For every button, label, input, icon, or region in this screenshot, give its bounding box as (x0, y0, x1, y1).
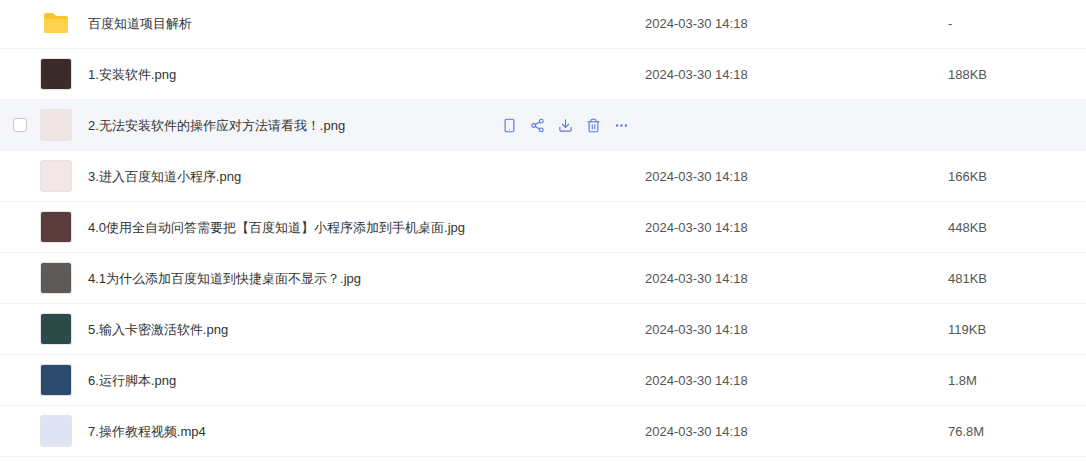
image-thumbnail (40, 160, 72, 192)
file-name[interactable]: 6.运行脚本.png (88, 373, 176, 388)
image-thumbnail (40, 262, 72, 294)
image-thumbnail (40, 364, 72, 396)
file-list: 百度知道项目解析 2024-03-30 14:18 - 1.安装软件.png 2024-… (0, 0, 1086, 461)
file-date: 2024-03-30 14:18 (645, 322, 748, 337)
image-thumbnail (40, 211, 72, 243)
file-date: 2024-03-30 14:18 (645, 169, 748, 184)
more-icon[interactable] (614, 118, 629, 133)
file-size: 166KB (948, 169, 987, 184)
file-row[interactable]: 4.1为什么添加百度知道到快捷桌面不显示？.jpg 2024-03-30 14:1… (0, 253, 1086, 304)
file-date: 2024-03-30 14:18 (645, 220, 748, 235)
file-date: 2024-03-30 14:18 (645, 16, 748, 31)
image-thumbnail (40, 58, 72, 90)
file-size: 76.8M (948, 424, 984, 439)
file-name[interactable]: 7.操作教程视频.mp4 (88, 424, 206, 439)
file-name[interactable]: 1.安装软件.png (88, 67, 176, 82)
file-size: 1.8M (948, 373, 977, 388)
delete-icon[interactable] (586, 118, 601, 133)
file-row[interactable]: 6.运行脚本.png 2024-03-30 14:18 1.8M (0, 355, 1086, 406)
file-date: 2024-03-30 14:18 (645, 373, 748, 388)
file-name[interactable]: 2.无法安装软件的操作应对方法请看我！.png (88, 118, 345, 133)
image-thumbnail (40, 109, 72, 141)
file-size: 188KB (948, 67, 987, 82)
file-name[interactable]: 3.进入百度知道小程序.png (88, 169, 241, 184)
file-row[interactable]: 7.操作教程视频.mp4 2024-03-30 14:18 76.8M (0, 406, 1086, 457)
file-size: 481KB (948, 271, 987, 286)
folder-icon (43, 12, 69, 34)
file-name[interactable]: 4.0使用全自动问答需要把【百度知道】小程序添加到手机桌面.jpg (88, 220, 465, 235)
file-date: 2024-03-30 14:18 (645, 67, 748, 82)
phone-icon[interactable] (502, 118, 517, 133)
file-size: - (948, 16, 952, 31)
file-row[interactable]: 3.进入百度知道小程序.png 2024-03-30 14:18 166KB (0, 151, 1086, 202)
video-thumbnail (40, 415, 72, 447)
file-row[interactable]: 5.输入卡密激活软件.png 2024-03-30 14:18 119KB (0, 304, 1086, 355)
file-row[interactable]: 1.安装软件.png 2024-03-30 14:18 188KB (0, 49, 1086, 100)
file-row[interactable]: 4.0使用全自动问答需要把【百度知道】小程序添加到手机桌面.jpg 2024-03… (0, 202, 1086, 253)
row-checkbox[interactable] (13, 118, 27, 132)
file-name[interactable]: 百度知道项目解析 (88, 16, 192, 31)
file-name[interactable]: 4.1为什么添加百度知道到快捷桌面不显示？.jpg (88, 271, 361, 286)
file-size: 119KB (948, 322, 986, 337)
file-row[interactable]: 2.无法安装软件的操作应对方法请看我！.png (0, 100, 1086, 151)
file-date: 2024-03-30 14:18 (645, 271, 748, 286)
file-date: 2024-03-30 14:18 (645, 424, 748, 439)
file-size: 448KB (948, 220, 987, 235)
download-icon[interactable] (558, 118, 573, 133)
file-name[interactable]: 5.输入卡密激活软件.png (88, 322, 228, 337)
share-icon[interactable] (530, 118, 545, 133)
file-row[interactable]: 百度知道项目解析 2024-03-30 14:18 - (0, 0, 1086, 49)
image-thumbnail (40, 313, 72, 345)
